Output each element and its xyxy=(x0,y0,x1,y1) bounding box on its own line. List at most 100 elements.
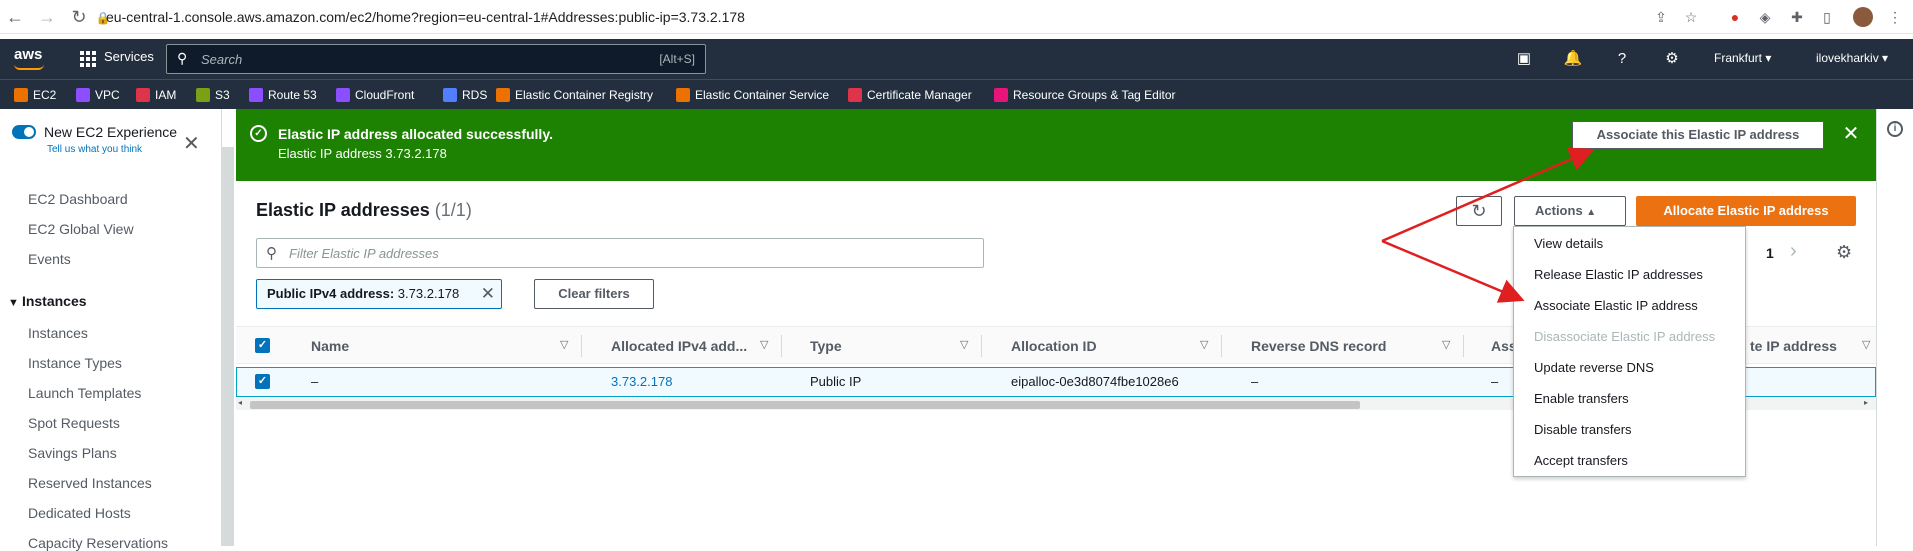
menu-item-associate-elastic-ip-address[interactable]: Associate Elastic IP address xyxy=(1534,298,1698,313)
service-icon xyxy=(196,88,210,102)
sidebar-item[interactable]: Reserved Instances xyxy=(28,475,152,491)
menu-dots-icon[interactable]: ⋮ xyxy=(1885,7,1905,27)
sidebar-item[interactable]: Dedicated Hosts xyxy=(28,505,131,521)
sidebar-item[interactable]: Capacity Reservations xyxy=(28,535,168,551)
menu-item-update-reverse-dns[interactable]: Update reverse DNS xyxy=(1534,360,1654,375)
next-page-icon[interactable]: › xyxy=(1790,240,1797,263)
sidebar-link[interactable]: EC2 Global View xyxy=(28,221,134,237)
sidepanel-icon[interactable]: ▯ xyxy=(1817,7,1837,27)
region-selector[interactable]: Frankfurt ▾ xyxy=(1714,51,1771,65)
favorite-cloudfront[interactable]: CloudFront xyxy=(336,87,414,103)
actions-label: Actions xyxy=(1535,203,1583,218)
actions-button[interactable]: Actions ▲ xyxy=(1514,196,1626,226)
close-sidebar-icon[interactable]: ✕ xyxy=(183,131,200,156)
forward-icon[interactable]: → xyxy=(36,6,58,28)
back-icon[interactable]: ← xyxy=(4,6,26,28)
sidebar-item[interactable]: Savings Plans xyxy=(28,445,117,461)
service-icon xyxy=(76,88,90,102)
favorite-iam[interactable]: IAM xyxy=(136,87,176,103)
selection-count: (1/1) xyxy=(434,200,472,220)
favorite-ec2[interactable]: EC2 xyxy=(14,87,56,103)
clear-filters-button[interactable]: Clear filters xyxy=(534,279,654,309)
favorite-certificate-manager[interactable]: Certificate Manager xyxy=(848,87,972,103)
allocate-eip-button[interactable]: Allocate Elastic IP address xyxy=(1636,196,1856,226)
favorite-resource-groups-tag-editor[interactable]: Resource Groups & Tag Editor xyxy=(994,87,1176,103)
sidebar-item[interactable]: Instance Types xyxy=(28,355,122,371)
sort-icon[interactable]: ▽ xyxy=(560,338,568,351)
info-icon[interactable]: i xyxy=(1887,121,1903,137)
favorite-rds[interactable]: RDS xyxy=(443,87,487,103)
menu-item-accept-transfers[interactable]: Accept transfers xyxy=(1534,453,1628,468)
sidebar-section-instances[interactable]: ▼ Instances xyxy=(8,293,87,309)
associate-this-eip-button[interactable]: Associate this Elastic IP address xyxy=(1572,121,1824,149)
extension-icon[interactable]: ● xyxy=(1725,7,1745,27)
menu-item-disable-transfers[interactable]: Disable transfers xyxy=(1534,422,1632,437)
settings-gear-icon[interactable]: ⚙ xyxy=(1662,49,1682,69)
favorite-elastic-container-service[interactable]: Elastic Container Service xyxy=(676,87,829,103)
close-flash-icon[interactable]: ✕ xyxy=(1840,123,1862,145)
services-grid-icon[interactable] xyxy=(80,51,96,67)
col-associated-ip[interactable]: te IP address xyxy=(1750,338,1837,354)
favorite-route-53[interactable]: Route 53 xyxy=(249,87,317,103)
shield-icon[interactable]: ◈ xyxy=(1755,7,1775,27)
favorite-vpc[interactable]: VPC xyxy=(76,87,120,103)
column-divider[interactable] xyxy=(781,335,782,357)
sort-icon[interactable]: ▽ xyxy=(1862,338,1870,351)
filter-input[interactable]: ⚲ Filter Elastic IP addresses xyxy=(256,238,984,268)
sidebar-item[interactable]: Instances xyxy=(28,325,88,341)
favorite-label: Route 53 xyxy=(268,88,317,102)
refresh-button[interactable]: ↻ xyxy=(1456,196,1502,226)
services-menu[interactable]: Services xyxy=(104,49,154,64)
favorite-s3[interactable]: S3 xyxy=(196,87,230,103)
column-divider[interactable] xyxy=(581,335,582,357)
column-divider[interactable] xyxy=(1463,335,1464,357)
col-allocation-id[interactable]: Allocation ID xyxy=(1011,338,1097,354)
table-preferences-icon[interactable]: ⚙ xyxy=(1836,242,1852,263)
address-bar[interactable]: eu-central-1.console.aws.amazon.com/ec2/… xyxy=(106,6,1751,28)
menu-item-release-elastic-ip-addresses[interactable]: Release Elastic IP addresses xyxy=(1534,267,1703,282)
sidebar-item[interactable]: Launch Templates xyxy=(28,385,141,401)
page-number[interactable]: 1 xyxy=(1766,245,1774,261)
sort-icon[interactable]: ▽ xyxy=(1442,338,1450,351)
notifications-bell-icon[interactable]: 🔔 xyxy=(1563,49,1583,69)
help-icon[interactable]: ? xyxy=(1612,49,1632,69)
favorite-elastic-container-registry[interactable]: Elastic Container Registry xyxy=(496,87,653,103)
row-checkbox[interactable]: ✓ xyxy=(255,374,270,389)
favorite-label: IAM xyxy=(155,88,177,102)
reload-icon[interactable]: ↻ xyxy=(68,6,90,28)
cloudshell-icon[interactable]: ▣ xyxy=(1514,49,1534,69)
sidebar-scrollbar[interactable] xyxy=(222,147,234,546)
cell-ip-link[interactable]: 3.73.2.178 xyxy=(611,374,672,389)
col-reverse-dns[interactable]: Reverse DNS record xyxy=(1251,338,1386,354)
column-divider[interactable] xyxy=(981,335,982,357)
profile-avatar[interactable] xyxy=(1853,7,1873,27)
col-name[interactable]: Name xyxy=(311,338,349,354)
remove-token-icon[interactable]: ✕ xyxy=(481,280,495,308)
scrollbar-thumb[interactable] xyxy=(250,401,1360,409)
menu-item-enable-transfers[interactable]: Enable transfers xyxy=(1534,391,1629,406)
page-title-text: Elastic IP addresses xyxy=(256,200,430,220)
col-ipv4[interactable]: Allocated IPv4 add... xyxy=(611,338,747,354)
new-experience-toggle[interactable] xyxy=(12,125,36,139)
account-menu[interactable]: ilovekharkiv ▾ xyxy=(1816,51,1888,65)
menu-item-view-details[interactable]: View details xyxy=(1534,236,1603,251)
puzzle-icon[interactable]: ✚ xyxy=(1787,7,1807,27)
search-shortcut: [Alt+S] xyxy=(659,52,695,66)
sort-icon[interactable]: ▽ xyxy=(760,338,768,351)
select-all-checkbox[interactable]: ✓ xyxy=(255,338,270,353)
search-input[interactable]: ⚲ Search [Alt+S] xyxy=(166,44,706,74)
sidebar-item[interactable]: Spot Requests xyxy=(28,415,120,431)
aws-logo[interactable]: aws xyxy=(14,46,42,63)
share-icon[interactable]: ⇪ xyxy=(1651,7,1671,27)
sort-icon[interactable]: ▽ xyxy=(960,338,968,351)
column-divider[interactable] xyxy=(1221,335,1222,357)
cell-type: Public IP xyxy=(810,374,862,389)
sidebar-link[interactable]: Events xyxy=(28,251,71,267)
col-type[interactable]: Type xyxy=(810,338,842,354)
sort-icon[interactable]: ▽ xyxy=(1200,338,1208,351)
feedback-link[interactable]: Tell us what you think xyxy=(47,144,142,155)
scroll-right-icon[interactable]: ▸ xyxy=(1864,398,1868,407)
sidebar-link[interactable]: EC2 Dashboard xyxy=(28,191,128,207)
bookmark-star-icon[interactable]: ☆ xyxy=(1681,7,1701,27)
scroll-left-icon[interactable]: ◂ xyxy=(238,398,242,407)
